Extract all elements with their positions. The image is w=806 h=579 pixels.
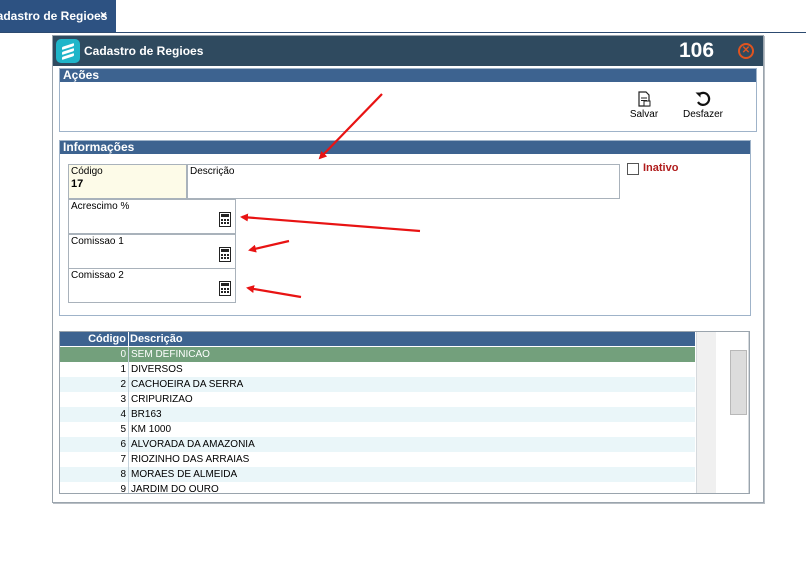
row-divider [128,437,129,452]
row-descricao: KM 1000 [131,424,172,435]
undo-icon [695,91,711,106]
row-codigo: 6 [120,439,126,450]
row-descricao: ALVORADA DA AMAZONIA [131,439,255,450]
tab-strip: Cadastro de Regioes × [0,0,806,33]
descricao-field[interactable]: Descrição [187,164,620,199]
row-codigo: 0 [120,349,126,360]
acrescimo-field[interactable]: Acrescimo % [68,199,236,234]
save-button[interactable]: Salvar [619,91,669,127]
comissao1-label: Comissao 1 [71,236,124,247]
row-descricao: CACHOEIRA DA SERRA [131,379,244,390]
row-descricao: BR163 [131,409,162,420]
scrollbar-thumb[interactable] [730,350,747,415]
row-codigo: 9 [120,484,126,494]
row-codigo: 7 [120,454,126,465]
calculator-icon[interactable] [219,281,231,296]
grid-header-codigo[interactable]: Código [60,333,126,345]
descricao-label: Descrição [190,166,235,177]
row-codigo: 1 [120,364,126,375]
close-circle-icon[interactable]: ✕ [738,43,754,59]
row-codigo: 4 [120,409,126,420]
acrescimo-label: Acrescimo % [71,201,130,212]
window-code: 106 [679,39,715,62]
table-row[interactable]: 3 CRIPURIZAO [60,392,695,407]
row-descricao: MORAES DE ALMEIDA [131,469,238,480]
actions-group: Ações Salvar Desfazer [59,68,757,132]
row-divider [128,422,129,437]
row-divider [128,362,129,377]
table-row[interactable]: 7 RIOZINHO DAS ARRAIAS [60,452,695,467]
grid-header: Código Descrição [60,332,695,346]
row-divider [128,407,129,422]
row-divider [128,392,129,407]
row-codigo: 5 [120,424,126,435]
calculator-icon[interactable] [219,212,231,227]
row-descricao: CRIPURIZAO [131,394,193,405]
table-row[interactable]: 6 ALVORADA DA AMAZONIA [60,437,695,452]
table-row[interactable]: 9 JARDIM DO OURO [60,482,695,494]
inativo-label: Inativo [643,162,679,174]
row-codigo: 2 [120,379,126,390]
codigo-field[interactable]: Código 17 [68,164,187,199]
row-codigo: 8 [120,469,126,480]
table-row[interactable]: 0 SEM DEFINICAO [60,347,695,362]
info-group-title: Informações [60,141,750,154]
row-divider [128,467,129,482]
undo-button[interactable]: Desfazer [678,91,728,127]
scrollbar-gutter [748,332,749,493]
row-descricao: RIOZINHO DAS ARRAIAS [131,454,250,465]
tab-close-icon[interactable]: × [100,8,107,22]
comissao1-field[interactable]: Comissao 1 [68,234,236,269]
row-descricao: JARDIM DO OURO [131,484,219,494]
table-row[interactable]: 8 MORAES DE ALMEIDA [60,467,695,482]
row-divider [128,452,129,467]
app-logo-icon [56,39,80,63]
comissao2-label: Comissao 2 [71,270,124,281]
inativo-checkbox[interactable] [627,163,639,175]
tab-cadastro-regioes[interactable]: Cadastro de Regioes × [0,0,116,33]
actions-group-title: Ações [60,69,756,82]
table-row[interactable]: 5 KM 1000 [60,422,695,437]
row-divider [128,482,129,493]
save-button-label: Salvar [629,109,659,120]
grid-header-divider [128,332,129,346]
grid-header-descricao[interactable]: Descrição [130,333,183,345]
table-row[interactable]: 2 CACHOEIRA DA SERRA [60,377,695,392]
row-divider [128,377,129,392]
table-row[interactable]: 4 BR163 [60,407,695,422]
tab-label: Cadastro de Regioes [0,9,108,23]
tab-strip-divider [0,32,806,33]
row-divider [128,347,129,362]
table-row[interactable]: 1 DIVERSOS [60,362,695,377]
comissao2-field[interactable]: Comissao 2 [68,268,236,303]
vertical-scrollbar[interactable] [696,332,716,493]
regions-grid[interactable]: Código Descrição 0 SEM DEFINICAO 1 DIVERSOS… [59,331,750,494]
row-codigo: 3 [120,394,126,405]
save-document-icon [638,91,651,107]
info-group: Informações Código 17 Descrição Inativo … [59,140,751,316]
codigo-value: 17 [71,178,84,190]
undo-button-label: Desfazer [682,109,723,120]
codigo-label: Código [71,166,103,177]
window-title: Cadastro de Regioes [84,44,204,58]
row-descricao: DIVERSOS [131,364,183,375]
window-titlebar: Cadastro de Regioes 106 ✕ [53,36,763,66]
calculator-icon[interactable] [219,247,231,262]
row-descricao: SEM DEFINICAO [131,349,210,360]
